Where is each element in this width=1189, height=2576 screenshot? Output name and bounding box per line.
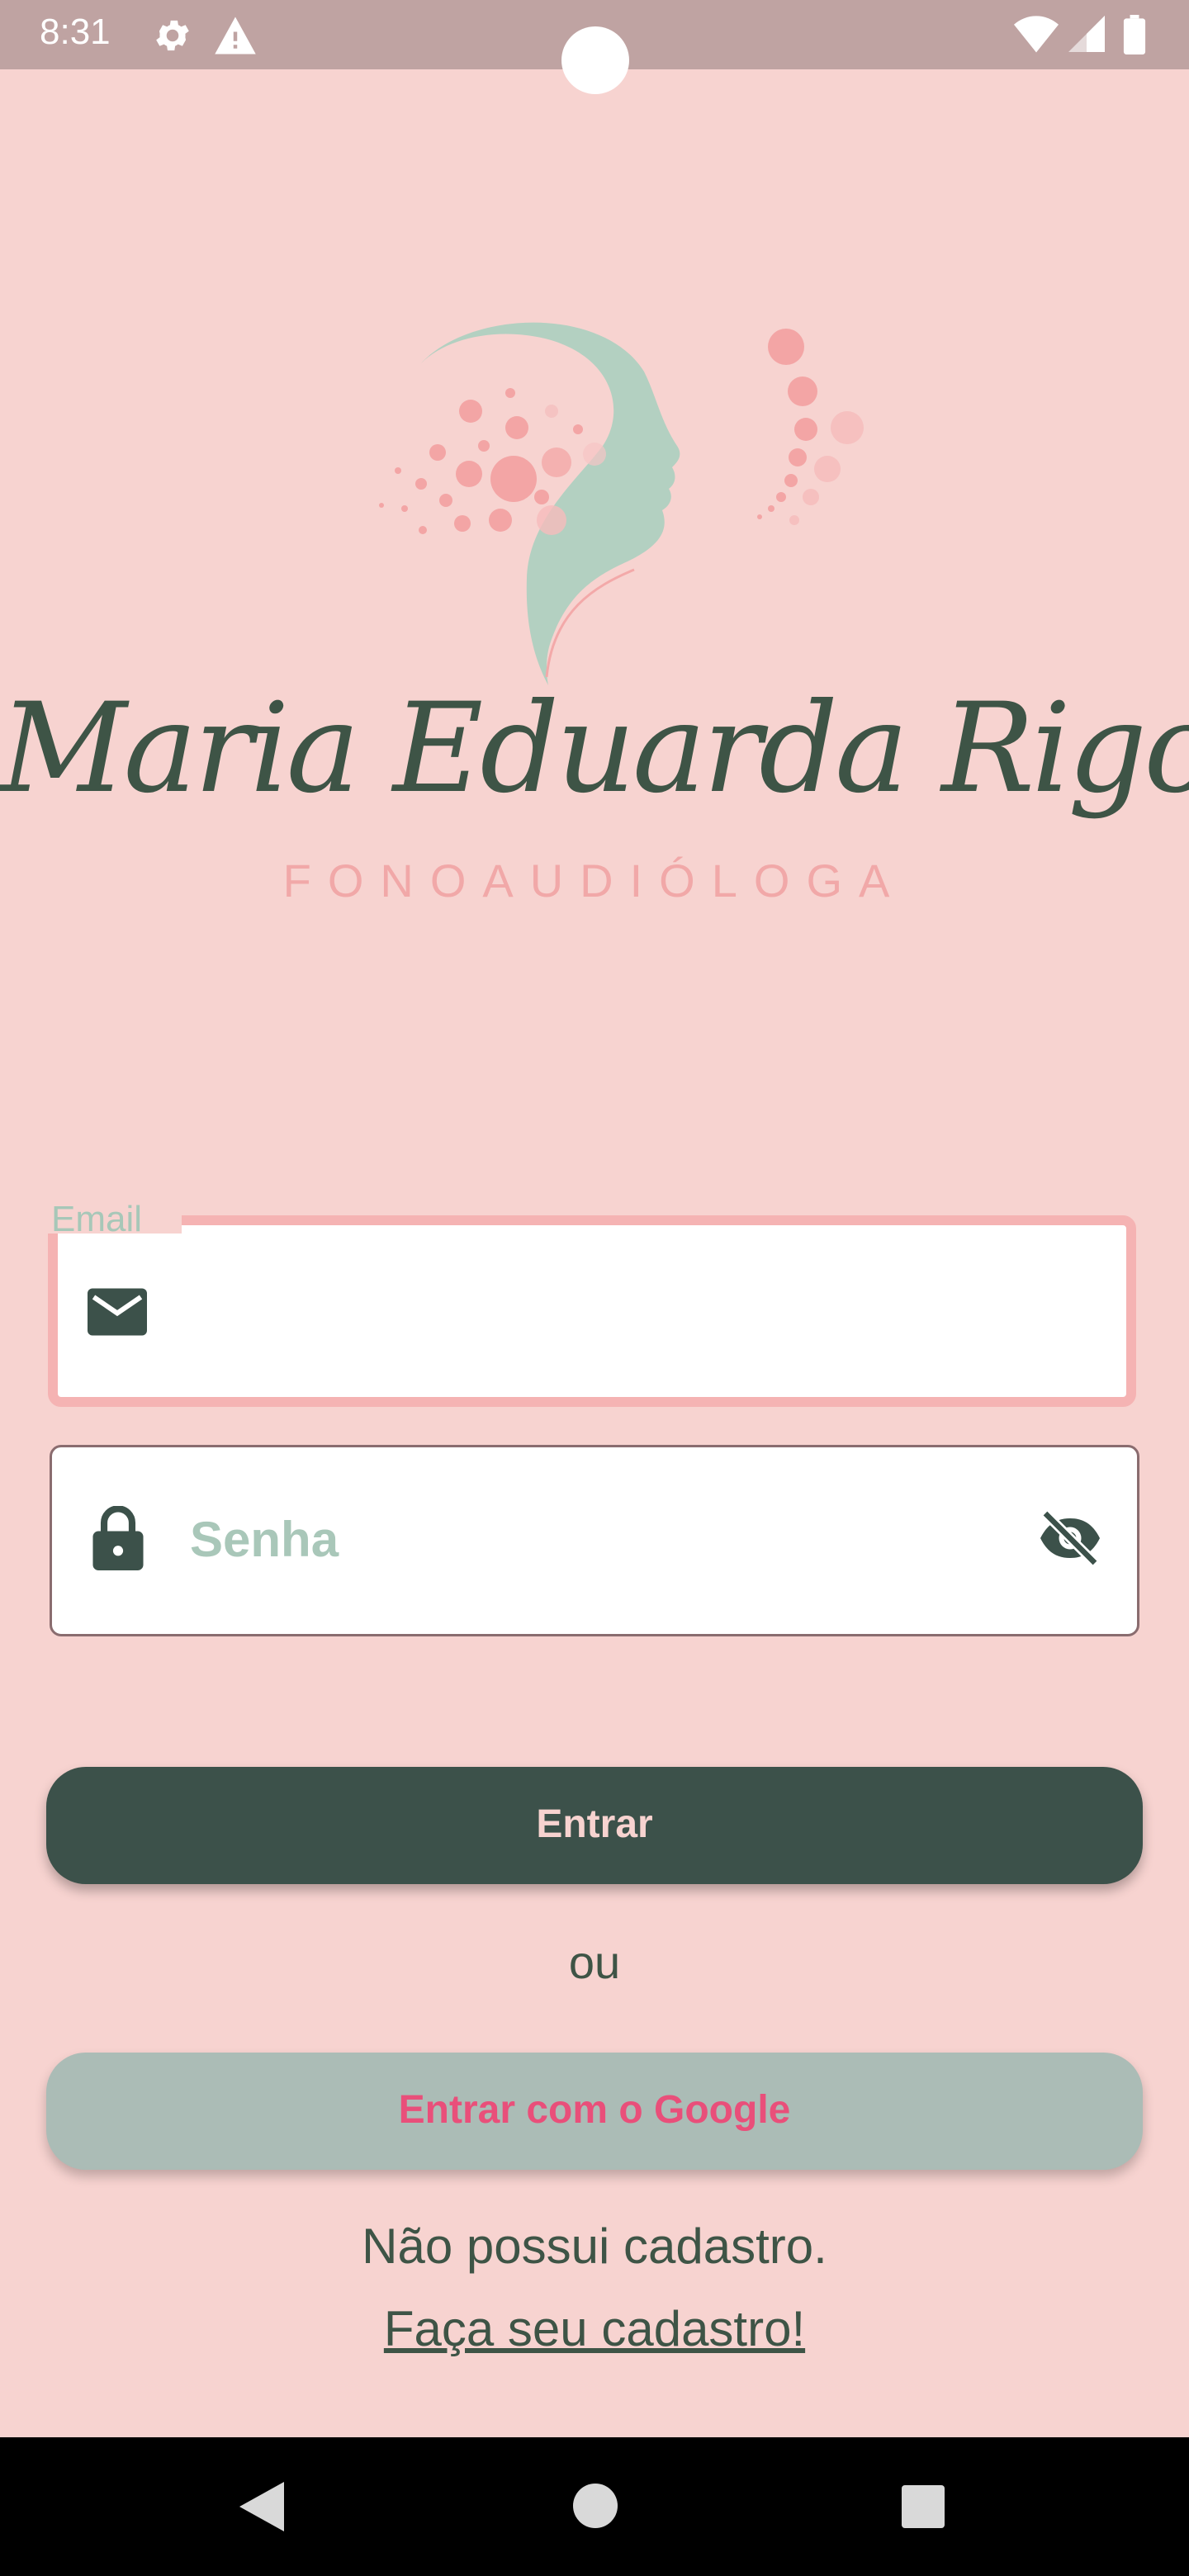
home-icon[interactable] xyxy=(573,2484,618,2528)
brand-subtitle: FONOAUDIÓLOGA xyxy=(282,855,907,907)
lock-icon xyxy=(92,1506,144,1570)
login-button-label: Entrar xyxy=(536,1802,653,1846)
battery-icon xyxy=(1123,15,1146,54)
cell-signal-icon xyxy=(1068,16,1105,52)
google-login-label: Entrar com o Google xyxy=(398,2088,791,2132)
email-field[interactable] xyxy=(48,1215,1136,1407)
back-icon[interactable] xyxy=(239,2482,284,2531)
recents-icon[interactable] xyxy=(902,2485,945,2528)
mail-icon xyxy=(88,1288,147,1336)
google-login-button[interactable]: Entrar com o Google xyxy=(46,2053,1143,2170)
or-separator: ou xyxy=(568,1936,621,1988)
eye-off-icon[interactable] xyxy=(1037,1511,1103,1565)
gear-icon xyxy=(156,20,189,51)
status-time: 8:31 xyxy=(40,12,111,52)
password-placeholder: Senha xyxy=(190,1512,339,1567)
login-screen: 8:31 Maria Eduarda Rig FONOAUDIÓLOGA Ema… xyxy=(0,0,1189,2576)
brand-logo-icon xyxy=(379,322,864,685)
wifi-icon xyxy=(1014,16,1059,53)
login-button[interactable]: Entrar xyxy=(46,1767,1143,1884)
email-label: Email xyxy=(51,1199,143,1239)
navigation-bar xyxy=(0,2437,1189,2576)
no-account-text: Não possui cadastro. xyxy=(362,2218,827,2274)
brand-name: Maria Eduarda Rigotto xyxy=(0,677,1189,821)
warning-icon xyxy=(215,17,256,54)
camera-cutout xyxy=(561,26,629,94)
signup-link[interactable]: Faça seu cadastro! xyxy=(0,2300,1189,2357)
